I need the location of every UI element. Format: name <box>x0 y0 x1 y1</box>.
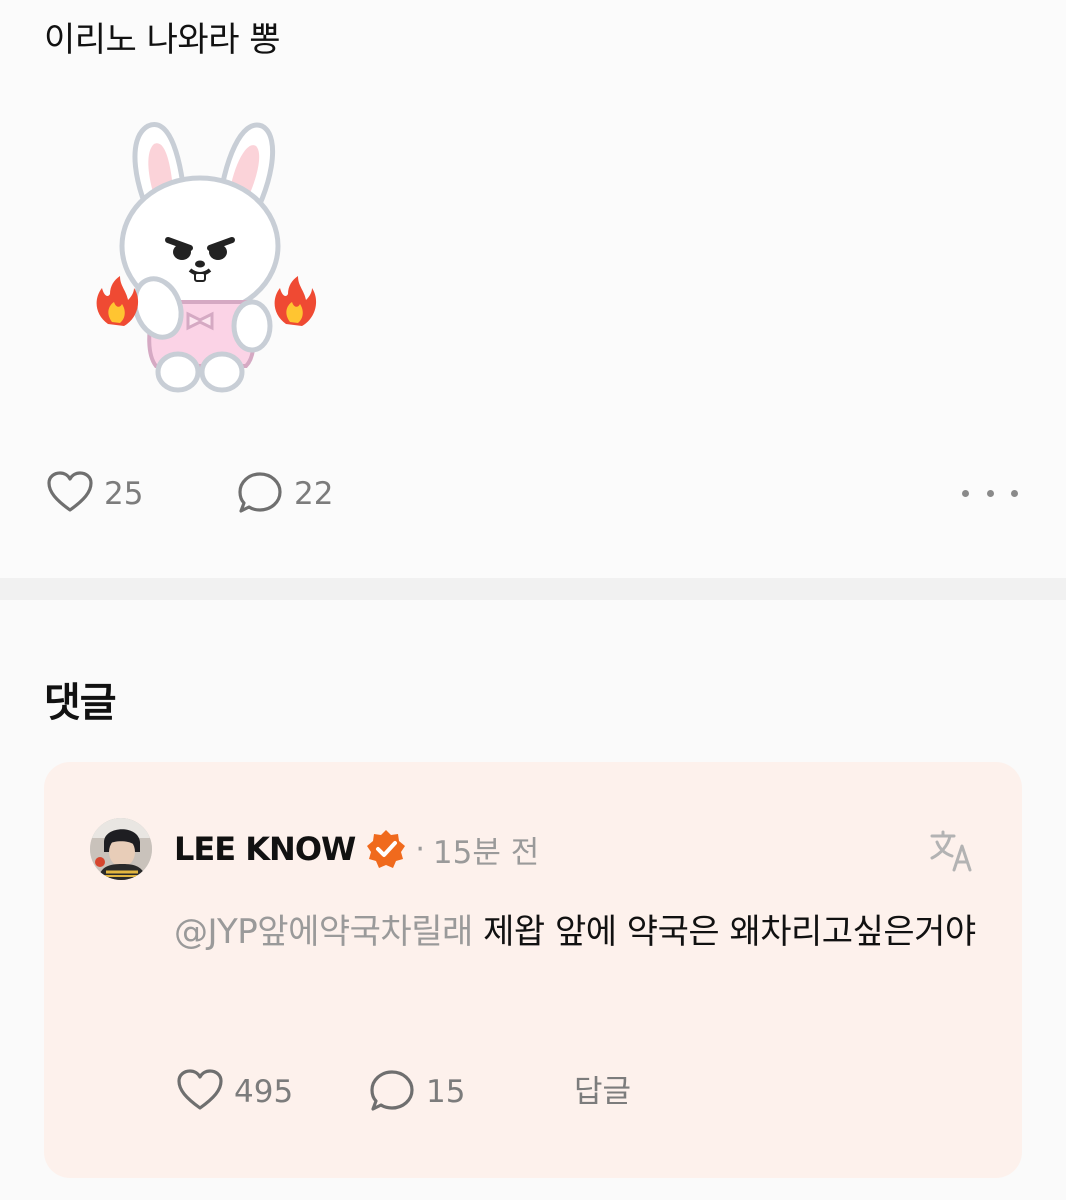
translate-icon[interactable] <box>928 826 976 874</box>
author-name[interactable]: LEE KNOW <box>174 830 356 868</box>
comment-like-button[interactable]: 495 <box>176 1068 293 1116</box>
heart-icon <box>46 470 94 518</box>
comment-like-count: 495 <box>234 1074 294 1110</box>
like-button[interactable]: 25 <box>46 470 143 518</box>
comments-section: 댓글 LEE KNOW · 15분 전 @JYP앞에약국차릴래 제왑 앞에 약국… <box>0 600 1066 1200</box>
post-text: 이리노 나와라 뽕 <box>44 20 281 60</box>
comment-timestamp: 15분 전 <box>432 834 540 871</box>
avatar[interactable] <box>90 818 152 880</box>
comment-message: 제왑 앞에 약국은 왜차리고싶은거야 <box>472 912 976 952</box>
comment-card: LEE KNOW · 15분 전 @JYP앞에약국차릴래 제왑 앞에 약국은 왜… <box>44 762 1022 1178</box>
more-options-button[interactable] <box>962 478 1018 508</box>
comment-replies-button[interactable]: 15 <box>368 1068 465 1116</box>
more-dot <box>1011 489 1018 497</box>
more-dot <box>986 489 994 497</box>
comment-header: LEE KNOW · 15분 전 <box>174 826 539 872</box>
comment-reply-count: 15 <box>426 1074 466 1110</box>
post: 이리노 나와라 뽕 25 22 <box>0 0 1066 578</box>
comment-button[interactable]: 22 <box>236 470 333 518</box>
heart-icon <box>176 1068 224 1116</box>
section-divider <box>0 578 1066 600</box>
like-count: 25 <box>104 476 144 512</box>
reply-button[interactable]: 답글 <box>574 1068 631 1116</box>
speech-bubble-icon <box>236 469 284 519</box>
mention-link[interactable]: @JYP앞에약국차릴래 <box>174 912 473 952</box>
verified-icon <box>365 828 407 870</box>
more-dot <box>962 489 969 497</box>
speech-bubble-icon <box>368 1067 416 1117</box>
comment-count: 22 <box>294 476 334 512</box>
comments-heading: 댓글 <box>44 680 117 726</box>
comment-text: @JYP앞에약국차릴래 제왑 앞에 약국은 왜차리고싶은거야 <box>174 902 994 962</box>
bunny-sticker <box>86 118 318 398</box>
separator-dot: · <box>415 831 425 867</box>
